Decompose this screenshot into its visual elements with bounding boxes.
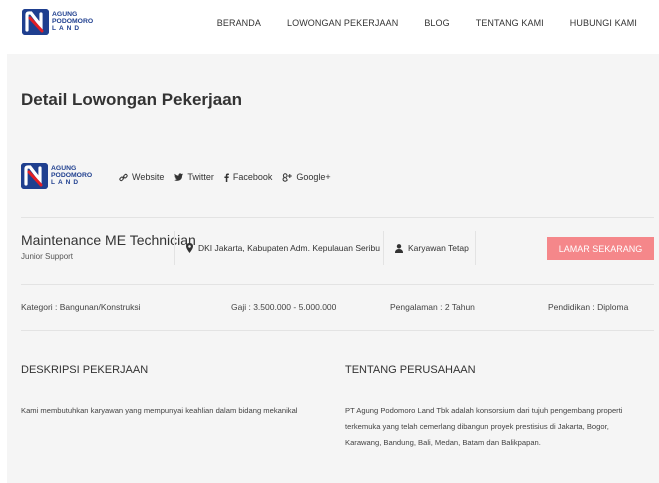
job-employment-type-text: Karyawan Tetap (408, 243, 469, 253)
site-header: AGUNG PODOMORO LAND BERANDA LOWONGAN PEK… (0, 0, 659, 52)
link-icon (119, 173, 128, 182)
company-links: Website Twitter Facebook Google+ (119, 172, 341, 182)
user-icon (395, 243, 403, 253)
company-logo-mark-icon (21, 163, 48, 189)
job-category: Kategori : Bangunan/Konstruksi (21, 302, 141, 312)
job-location: DKI Jakarta, Kabupaten Adm. Kepulauan Se… (174, 231, 384, 265)
job-detail-panel: Detail Lowongan Pekerjaan AGUNG PODOMORO… (7, 54, 659, 483)
google-plus-label: Google+ (296, 172, 331, 182)
description-text: Kami membutuhkan karyawan yang mempunyai… (21, 406, 298, 415)
google-plus-link[interactable]: Google+ (282, 172, 331, 182)
twitter-icon (174, 173, 184, 181)
nav-item-lowongan[interactable]: LOWONGAN PEKERJAAN (287, 18, 398, 28)
company-about-text: PT Agung Podomoro Land Tbk adalah konsor… (345, 403, 655, 451)
job-subtitle: Junior Support (21, 252, 74, 261)
nav-item-blog[interactable]: BLOG (424, 18, 449, 28)
map-marker-icon (186, 243, 193, 253)
job-location-text: DKI Jakarta, Kabupaten Adm. Kepulauan Se… (198, 243, 380, 253)
company-about-line: PT Agung Podomoro Land Tbk adalah konsor… (345, 406, 623, 415)
company-about-line: terkemuka yang telah cemerlang dibangun … (345, 422, 609, 431)
facebook-link[interactable]: Facebook (224, 172, 273, 182)
facebook-label: Facebook (232, 172, 273, 182)
page-title: Detail Lowongan Pekerjaan (21, 90, 243, 109)
main-nav: BERANDA LOWONGAN PEKERJAAN BLOG TENTANG … (217, 18, 637, 28)
twitter-link[interactable]: Twitter (174, 172, 214, 182)
description-heading: DESKRIPSI PEKERJAAN (21, 364, 149, 376)
site-logo[interactable]: AGUNG PODOMORO LAND (22, 9, 93, 35)
company-about-heading: TENTANG PERUSAHAAN (345, 364, 476, 376)
company-about-line: Karawang, Bandung, Bali, Medan, Batam da… (345, 438, 541, 447)
nav-item-tentang[interactable]: TENTANG KAMI (476, 18, 544, 28)
nav-item-hubungi[interactable]: HUBUNGI KAMI (570, 18, 637, 28)
logo-wordmark: AGUNG PODOMORO LAND (52, 11, 93, 32)
company-logo-line-3: LAND (51, 178, 82, 186)
divider (21, 217, 654, 218)
logo-line-3: LAND (52, 24, 83, 32)
company-wordmark: AGUNG PODOMORO LAND (51, 165, 92, 186)
twitter-label: Twitter (187, 172, 214, 182)
job-salary: Gaji : 3.500.000 - 5.000.000 (231, 302, 337, 312)
divider (21, 284, 654, 285)
company-logo: AGUNG PODOMORO LAND (21, 163, 92, 189)
job-employment-type: Karyawan Tetap (384, 231, 476, 265)
divider (21, 330, 654, 331)
facebook-icon (224, 173, 229, 182)
google-plus-icon (282, 172, 293, 182)
job-education: Pendidikan : Diploma (548, 302, 629, 312)
job-title: Maintenance ME Technician (21, 232, 196, 248)
job-experience: Pengalaman : 2 Tahun (390, 302, 475, 312)
logo-mark-icon (22, 9, 49, 35)
apply-now-button[interactable]: LAMAR SEKARANG (547, 237, 654, 260)
website-label: Website (132, 172, 165, 182)
website-link[interactable]: Website (119, 172, 164, 182)
nav-item-beranda[interactable]: BERANDA (217, 18, 261, 28)
